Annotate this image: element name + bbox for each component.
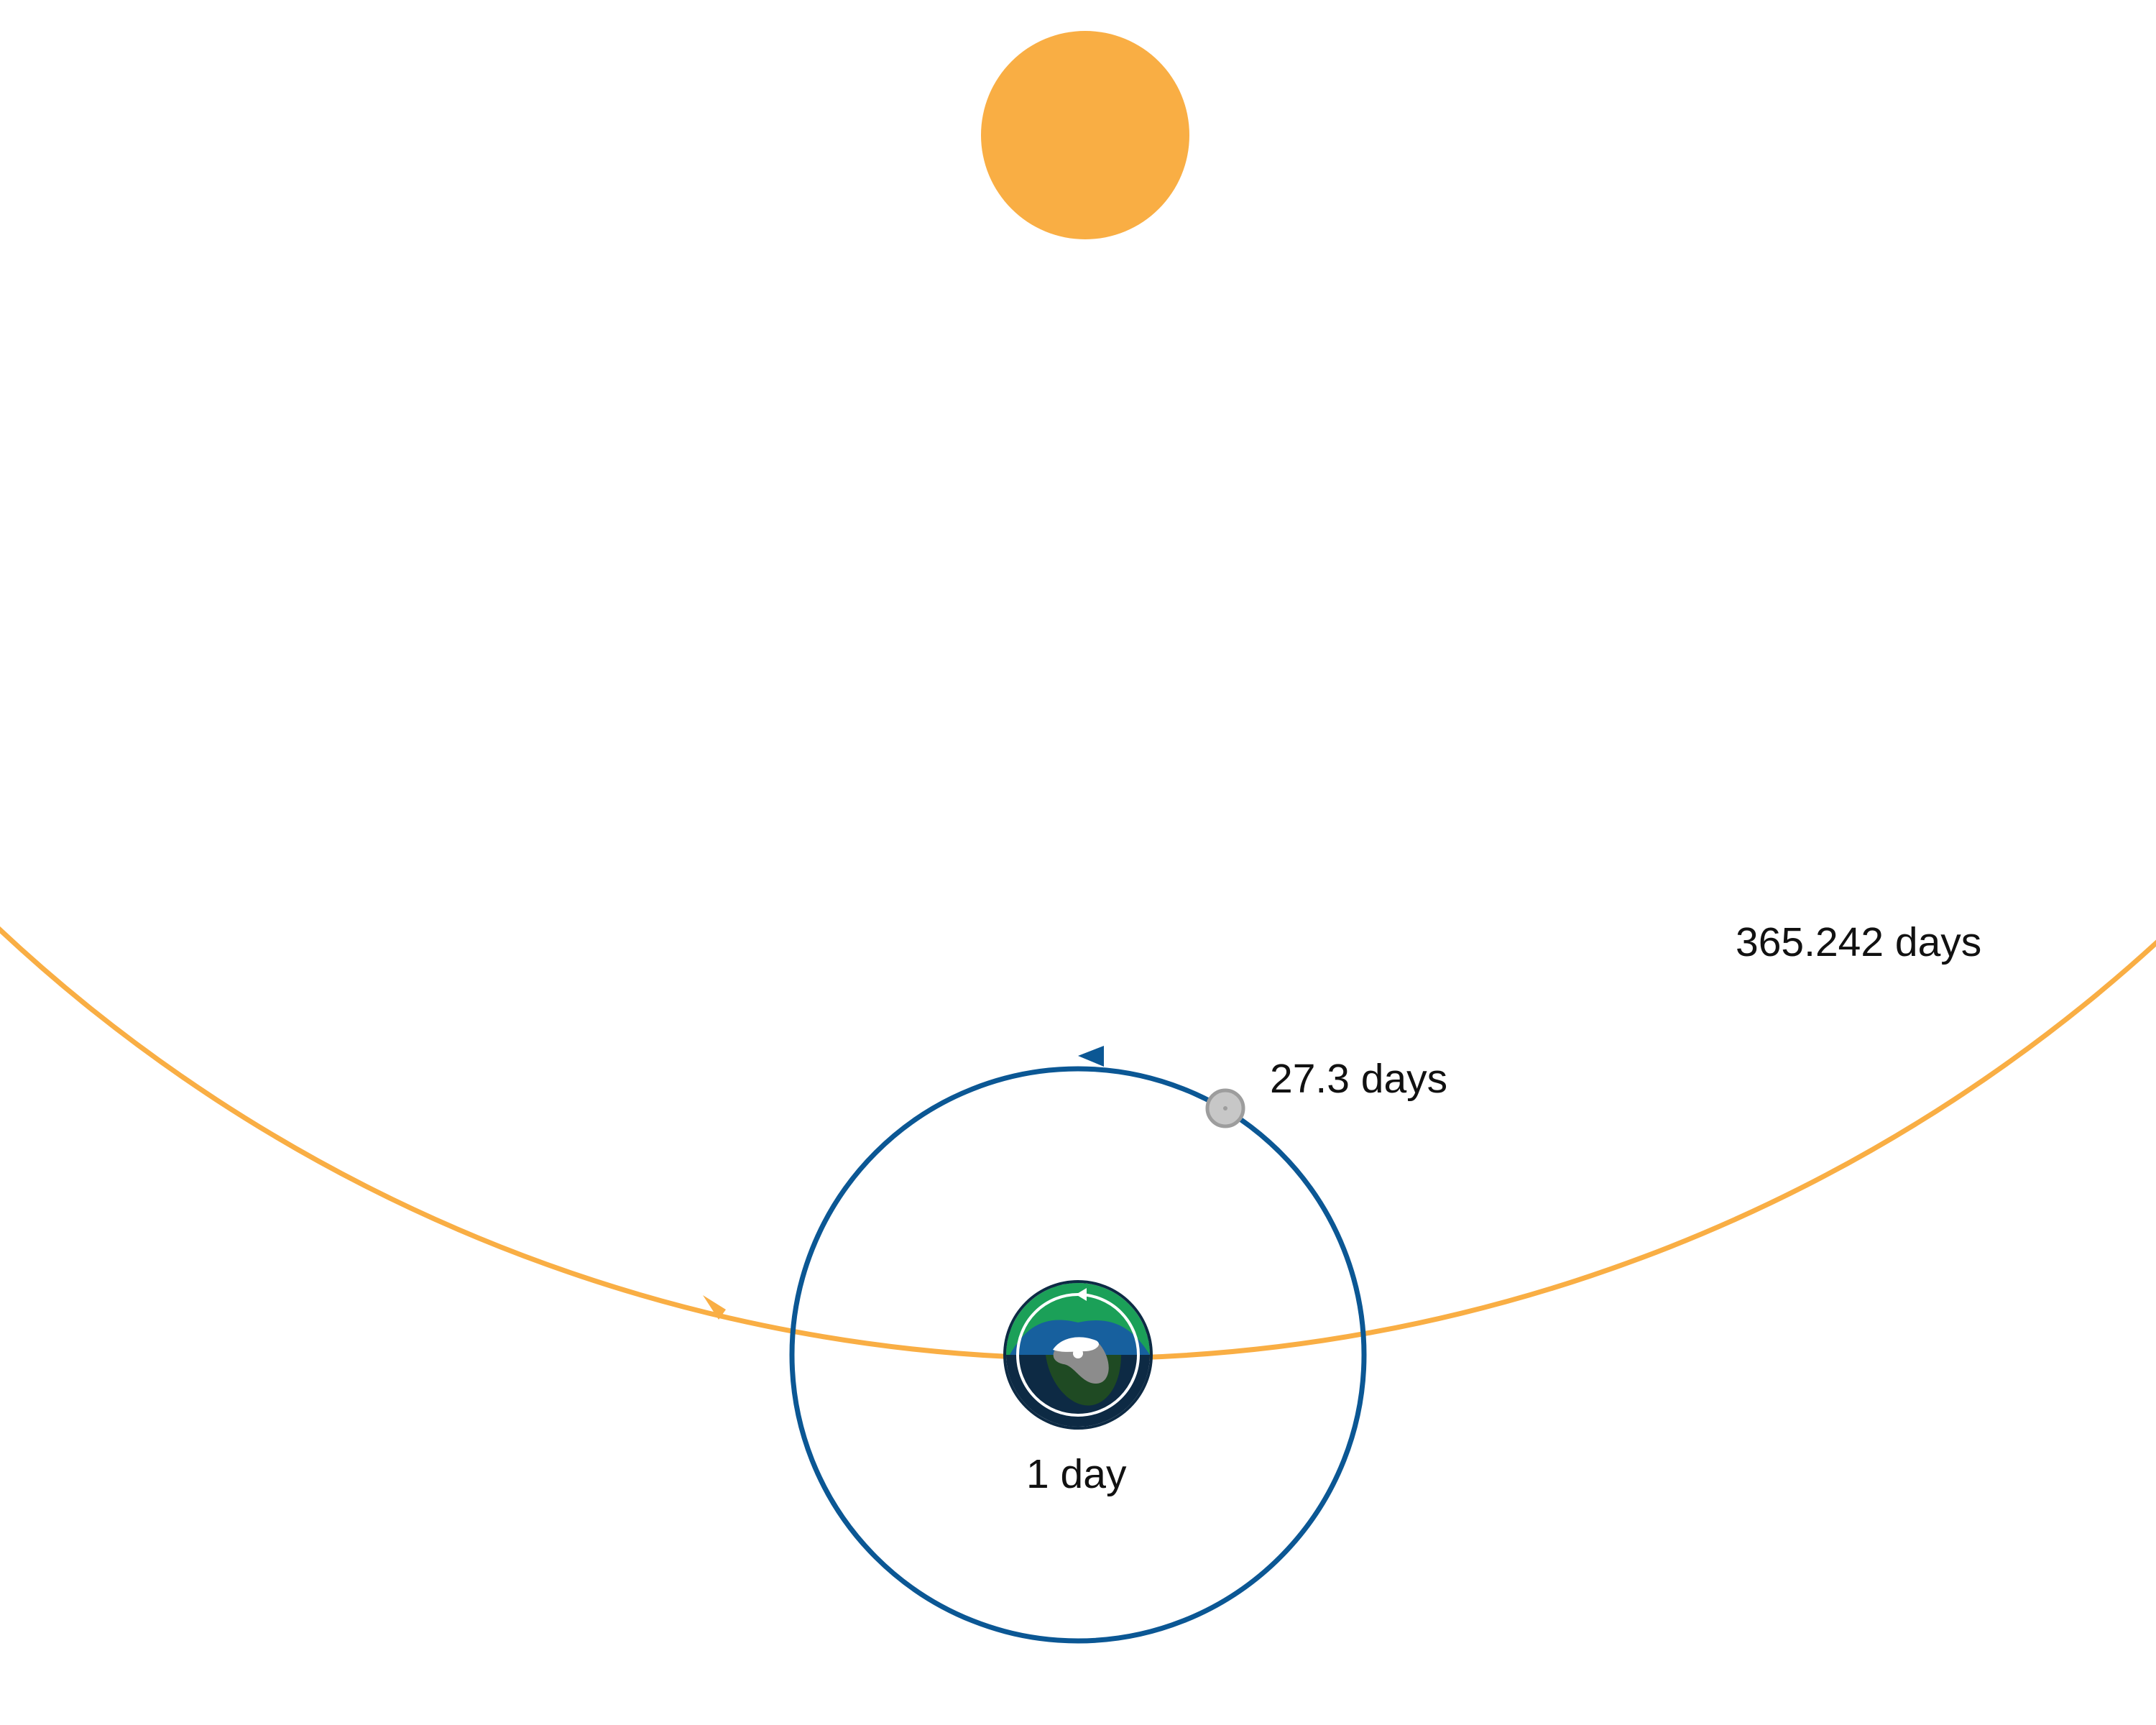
- diagram-canvas: 365.242 days 27.3 days 1 day: [0, 31, 2156, 1644]
- year-period-label: 365.242 days: [1736, 919, 1981, 965]
- moon-orbit-arrow-icon: [1078, 1046, 1104, 1067]
- moon-icon: [1205, 1088, 1245, 1128]
- sun-icon: [981, 31, 1189, 239]
- day-period-label: 1 day: [1026, 1451, 1127, 1497]
- month-period-label: 27.3 days: [1270, 1056, 1447, 1102]
- earth-icon: [1003, 1280, 1153, 1430]
- orbital-periods-diagram: 365.242 days 27.3 days 1 day: [0, 0, 2156, 1725]
